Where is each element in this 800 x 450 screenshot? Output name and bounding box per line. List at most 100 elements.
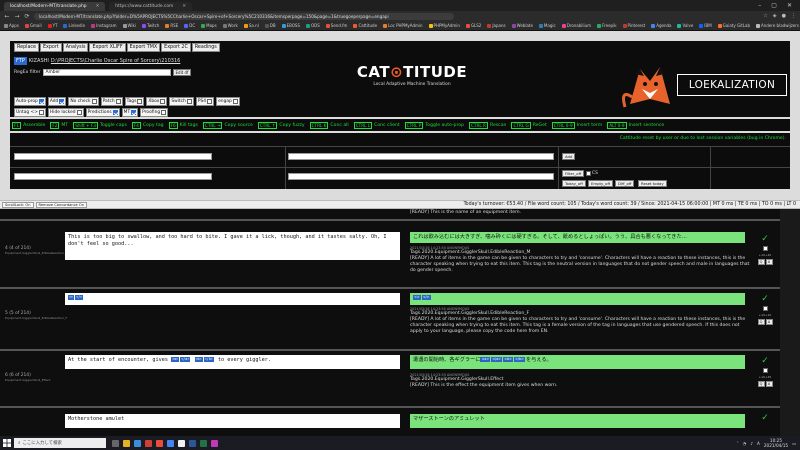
target-tag[interactable]: </a> [491, 357, 503, 362]
option-checkbox[interactable] [76, 110, 82, 115]
source-tag[interactable]: </a> [180, 357, 191, 362]
a-button[interactable]: A [765, 319, 773, 325]
ime-indicator[interactable]: A [757, 441, 760, 446]
bookmark-item[interactable]: Cattitude [353, 23, 377, 28]
browser-tab-active[interactable]: localhost/Modern-MT/translate.php ✕ [4, 2, 106, 11]
profile-icon[interactable]: ● [782, 13, 786, 19]
option-checkbox[interactable] [137, 99, 143, 104]
bookmark-item[interactable]: Magic [538, 23, 556, 28]
export-tmx-button[interactable]: Export TMX [126, 43, 161, 52]
remove-concordance-button[interactable]: Remove Concordance On [35, 201, 88, 208]
option-checkbox[interactable] [38, 99, 44, 104]
replace-button[interactable]: Replace [14, 43, 39, 52]
q-button[interactable]: Q [757, 319, 765, 325]
option-switch[interactable]: Switch [169, 97, 194, 106]
volume-icon[interactable]: ♪ [750, 441, 753, 446]
bookmark-item[interactable]: ODS [306, 23, 320, 28]
option-mt[interactable]: MT [121, 108, 139, 117]
file-explorer-icon[interactable] [123, 439, 130, 447]
bookmark-item[interactable]: Gaiaty GitLab [717, 23, 750, 28]
app-icon[interactable] [178, 439, 185, 447]
target-tag[interactable]: <> [413, 295, 421, 300]
source-tag[interactable]: <b> [194, 357, 203, 362]
app-icon[interactable] [211, 439, 218, 447]
close-icon[interactable]: ✕ [182, 4, 186, 9]
bookmark-item[interactable]: YT [47, 23, 57, 28]
q-button[interactable]: Q [757, 381, 765, 387]
diff-off-button[interactable]: Diff_off [615, 180, 635, 187]
source-filter-input[interactable] [14, 153, 212, 160]
reload-icon[interactable]: ⟳ [24, 13, 30, 20]
option-checkbox[interactable] [232, 99, 238, 104]
bookmark-item[interactable]: DB [264, 23, 276, 28]
export-button[interactable]: Export [39, 43, 62, 52]
windows-start-icon[interactable] [0, 436, 14, 450]
source-tag[interactable]: <a> [171, 357, 180, 362]
target-input[interactable]: マザーストーンのアミュレット [410, 414, 745, 428]
confirmed-check-icon[interactable]: ✓ [761, 295, 769, 304]
target-input[interactable]: これは飲み込むには大きすぎ、噛み砕くには硬すぎる。そして、舐めるとしょっぱい。う… [410, 232, 745, 243]
bookmark-item[interactable]: Japans [487, 23, 506, 28]
target-search-input[interactable] [288, 173, 554, 180]
source-search-input[interactable] [14, 173, 212, 180]
task-view-icon[interactable] [112, 439, 119, 447]
target-tag[interactable]: <b> [503, 357, 513, 362]
option-checkbox[interactable] [186, 99, 192, 104]
option-checkbox[interactable] [161, 110, 167, 115]
option-patch[interactable]: Patch [100, 97, 123, 106]
source-tag[interactable]: </> [75, 295, 84, 300]
bookmark-item[interactable]: Sa.nl [243, 23, 259, 28]
option-tags[interactable]: Tags [124, 97, 145, 106]
bookmark-item[interactable]: Gmail [24, 23, 42, 28]
bookmark-item[interactable]: Weblate [511, 23, 533, 28]
edit-df-button[interactable]: Edit df [172, 69, 192, 76]
regex-input[interactable]: Amber [42, 69, 171, 76]
taskbar-search-input[interactable]: ⌕ ここに入力して検索 [14, 438, 106, 448]
extension-icon[interactable]: ◈ [773, 13, 777, 19]
target-tag[interactable]: <a> [480, 357, 491, 362]
option-add[interactable]: Add [47, 97, 67, 106]
option-predictions[interactable]: Predictions [85, 108, 120, 117]
target-tag[interactable]: </> [421, 295, 431, 300]
bookmark-item[interactable]: IBM [699, 23, 712, 28]
option-proofing[interactable]: Proofing [140, 108, 169, 117]
option-hide-locked[interactable]: Hide locked [47, 108, 84, 117]
bookmark-item[interactable]: Send.fm [325, 23, 347, 28]
option-checkbox[interactable] [160, 99, 166, 104]
source-tag[interactable]: </b> [203, 357, 214, 362]
bookmark-item[interactable]: Maps [201, 23, 217, 28]
star-icon[interactable]: ☆ [763, 13, 767, 19]
bookmark-item[interactable]: Agenda [651, 23, 671, 28]
option-ps4[interactable]: PS4 [195, 97, 215, 106]
bookmark-item[interactable]: Valve [677, 23, 693, 28]
analysis-button[interactable]: Analysis [62, 43, 89, 52]
cs-checkbox-box[interactable] [586, 171, 591, 176]
bookmark-item[interactable]: Loc PHPMyAdmin [383, 23, 423, 28]
lock-checkbox[interactable] [762, 306, 768, 311]
bookmark-item[interactable]: Apps [4, 23, 19, 28]
bookmark-item[interactable]: Twitch [141, 23, 159, 28]
back-icon[interactable]: ← [4, 13, 10, 20]
confirmed-check-icon[interactable]: ✓ [761, 235, 769, 244]
clock[interactable]: 10:25 2021/04/15 [764, 438, 788, 448]
bookmark-item[interactable]: Andere bladwijzers [756, 23, 799, 28]
option-checkbox[interactable] [112, 110, 118, 115]
scrollbar[interactable] [780, 209, 800, 436]
menu-icon[interactable]: ⋮ [791, 13, 796, 19]
a-button[interactable]: A [765, 259, 773, 265]
close-window-icon[interactable]: ✕ [787, 2, 792, 9]
chrome-icon[interactable] [167, 439, 174, 447]
maximize-icon[interactable]: ▢ [771, 2, 777, 9]
source-tag[interactable]: <> [68, 295, 75, 300]
app-icon[interactable] [156, 439, 163, 447]
bookmark-item[interactable]: Wiki [122, 23, 136, 28]
option-checkbox[interactable] [131, 110, 137, 115]
reset-today-button[interactable]: Reset today [638, 180, 667, 187]
url-input[interactable]: localhost/Modern-MT/translate.php?folder… [34, 12, 454, 20]
export-2c-button[interactable]: Export 2C [161, 43, 191, 52]
bookmark-item[interactable]: GLS2 [465, 23, 481, 28]
browser-tab[interactable]: https://www.cattitude.com ✕ [109, 2, 192, 11]
add-button[interactable]: Add [562, 153, 576, 160]
bookmark-item[interactable]: PHPMyAdmin [428, 23, 460, 28]
scroll-lock-button[interactable]: ScrollLock: On [2, 201, 34, 208]
